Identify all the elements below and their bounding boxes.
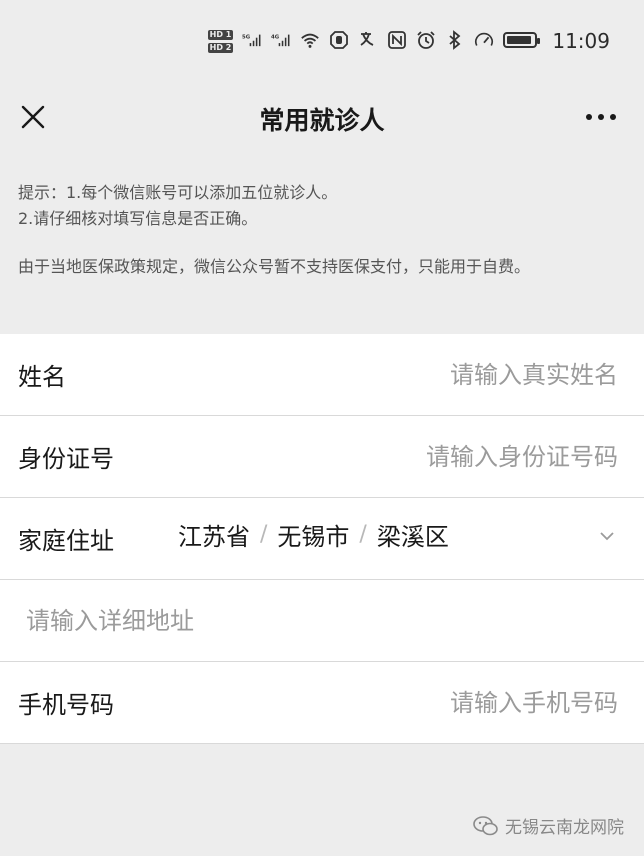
name-label: 姓名	[18, 363, 66, 391]
name-row: 姓名	[0, 334, 644, 416]
battery-icon	[503, 32, 541, 48]
more-icon[interactable]	[586, 114, 616, 120]
notice-insurance: 由于当地医保政策规定，微信公众号暂不支持医保支付，只能用于自费。	[18, 257, 531, 276]
id-number-row: 身份证号	[0, 416, 644, 498]
id-number-label: 身份证号	[18, 445, 114, 473]
battery-fill	[507, 36, 531, 44]
signal-4g-icon: 4G	[271, 30, 291, 50]
net1-label: 5G	[242, 34, 251, 40]
wechat-icon	[473, 815, 499, 837]
more-dot	[586, 114, 592, 120]
status-bar: HD 1 HD 2 5G 4G 11:09	[0, 0, 644, 84]
name-input[interactable]	[178, 354, 618, 395]
address-row[interactable]: 家庭住址 江苏省 / 无锡市 / 梁溪区	[0, 498, 644, 580]
notice-line-1: 提示：1.每个微信账号可以添加五位就诊人。	[18, 183, 338, 202]
close-icon[interactable]	[18, 102, 48, 132]
bluetooth-icon	[445, 30, 465, 50]
speedometer-icon	[474, 30, 494, 50]
id-number-input[interactable]	[178, 436, 618, 477]
phone-label: 手机号码	[18, 691, 114, 719]
page-title: 常用就诊人	[259, 106, 385, 135]
region-picker[interactable]: 江苏省 / 无锡市 / 梁溪区	[178, 517, 618, 552]
watermark-text: 无锡云南龙网院	[505, 818, 624, 838]
notice-panel: 提示：1.每个微信账号可以添加五位就诊人。 2.请仔细核对填写信息是否正确。 由…	[0, 154, 644, 334]
notice-line-2: 2.请仔细核对填写信息是否正确。	[18, 209, 258, 228]
chevron-down-icon[interactable]	[596, 524, 618, 546]
district-value: 梁溪区	[376, 523, 449, 551]
detail-address-row	[0, 580, 644, 662]
address-label: 家庭住址	[18, 527, 114, 555]
region-separator: /	[260, 522, 268, 547]
sim2-badge: HD 2	[207, 43, 234, 53]
patient-form: 姓名 身份证号 家庭住址 江苏省 / 无锡市 / 梁溪区 手机号码	[0, 334, 644, 744]
signal-5g-icon: 5G	[242, 30, 262, 50]
sim1-badge: HD 1	[207, 30, 234, 40]
nav-bar: 常用就诊人	[0, 84, 644, 154]
city-value: 无锡市	[277, 523, 350, 551]
sim-indicator: HD 1 HD 2	[207, 30, 234, 53]
alarm-icon	[416, 30, 436, 50]
phone-input[interactable]	[178, 682, 618, 723]
nfc-icon	[387, 30, 407, 50]
province-value: 江苏省	[178, 523, 250, 551]
wifi-icon	[300, 30, 320, 50]
watermark: 无锡云南龙网院	[473, 813, 624, 838]
net2-label: 4G	[271, 34, 280, 40]
phone-row: 手机号码	[0, 662, 644, 744]
translate-icon	[358, 30, 378, 50]
detail-address-input[interactable]	[18, 606, 618, 635]
hand-icon	[329, 30, 349, 50]
region-separator: /	[359, 522, 367, 547]
more-dot	[598, 114, 604, 120]
more-dot	[610, 114, 616, 120]
status-time: 11:09	[552, 29, 610, 53]
